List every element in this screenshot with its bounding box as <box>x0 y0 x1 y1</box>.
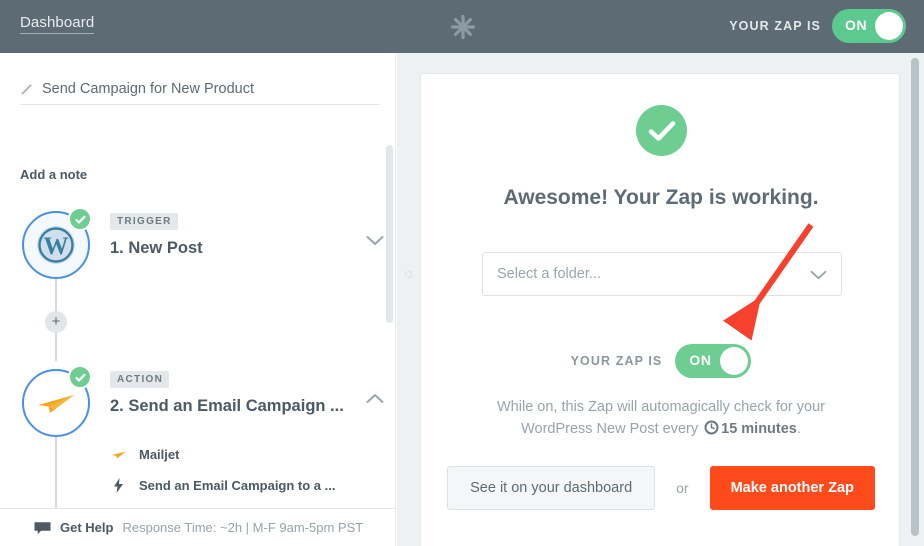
app-header: Dashboard YOUR ZAP IS ON <box>0 0 924 53</box>
step-status-check-icon <box>68 207 92 231</box>
header-zap-status: YOUR ZAP IS ON <box>729 9 906 43</box>
get-help-link[interactable]: Get Help <box>60 520 113 535</box>
zap-description: While on, this Zap will automagically ch… <box>451 396 871 442</box>
step-name[interactable]: 2. Send an Email Campaign ... <box>110 397 375 416</box>
chevron-up-icon[interactable] <box>366 393 384 404</box>
step-name[interactable]: 1. New Post <box>110 239 375 258</box>
drag-handle-dot <box>405 271 412 278</box>
zap-toggle[interactable]: ON <box>675 344 752 378</box>
mailjet-icon <box>110 449 127 460</box>
zap-toggle-knob <box>720 347 749 375</box>
header-zap-toggle[interactable]: ON <box>832 9 906 43</box>
step-type-badge: ACTION <box>110 371 170 388</box>
clock-icon <box>704 420 719 442</box>
make-another-zap-button[interactable]: Make another Zap <box>709 466 875 510</box>
main-panel-scrollbar[interactable] <box>911 58 919 536</box>
sidebar-footer: Get Help Response Time: ~2h | M-F 9am-5p… <box>0 508 395 546</box>
step-type-badge: TRIGGER <box>110 213 178 230</box>
panel-drag-handle[interactable] <box>397 53 420 546</box>
action-buttons: See it on your dashboard or Make another… <box>421 466 901 510</box>
pencil-icon[interactable] <box>20 83 33 96</box>
header-zap-is-label: YOUR ZAP IS <box>729 19 821 33</box>
steps-list: + W TRIGGER 1. New Post ACTION 2. Send a… <box>0 203 395 546</box>
zapier-zap-editor: Dashboard YOUR ZAP IS ON Send Campaign f… <box>0 0 924 546</box>
zapier-asterisk-logo-icon[interactable] <box>450 14 476 40</box>
zap-title[interactable]: Send Campaign for New Product <box>42 81 254 97</box>
step-trigger: + W TRIGGER 1. New Post <box>0 203 395 361</box>
or-separator: or <box>676 480 689 496</box>
response-time-text: Response Time: ~2h | M-F 9am-5pm PST <box>122 520 364 535</box>
description-line-2-prefix: WordPress New Post every <box>521 421 699 437</box>
header-toggle-knob <box>875 12 903 40</box>
step-connector-line <box>55 437 57 519</box>
zap-success-card: Awesome! Your Zap is working. Select a f… <box>420 73 900 546</box>
substep-action[interactable]: Send an Email Campaign to a ... <box>110 470 375 501</box>
step-trigger-body[interactable]: TRIGGER 1. New Post <box>110 211 375 258</box>
step-action: ACTION 2. Send an Email Campaign ... Mai… <box>0 361 395 546</box>
dashboard-link[interactable]: Dashboard <box>20 14 95 34</box>
add-step-plus-icon[interactable]: + <box>45 311 67 333</box>
zap-toggle-row: YOUR ZAP IS ON <box>421 344 901 378</box>
chevron-down-icon[interactable] <box>366 235 384 246</box>
description-line-1: While on, this Zap will automagically ch… <box>497 399 825 415</box>
lightning-bolt-icon <box>110 478 127 493</box>
header-left: Dashboard <box>20 14 95 34</box>
substep-app[interactable]: Mailjet <box>110 439 375 470</box>
zap-toggle-label: YOUR ZAP IS <box>570 354 663 368</box>
folder-select[interactable]: Select a folder... <box>482 252 842 296</box>
step-action-body[interactable]: ACTION 2. Send an Email Campaign ... <box>110 369 375 416</box>
header-toggle-state-label: ON <box>845 17 868 33</box>
substep-label: Mailjet <box>139 447 180 462</box>
sidebar-scrollbar[interactable] <box>386 145 393 323</box>
description-suffix: . <box>796 421 801 437</box>
see-on-dashboard-button[interactable]: See it on your dashboard <box>447 466 656 510</box>
chat-bubble-icon[interactable] <box>34 521 51 535</box>
chevron-down-icon[interactable] <box>810 270 827 280</box>
substep-label: Send an Email Campaign to a ... <box>139 478 336 493</box>
sidebar: Send Campaign for New Product Add a note… <box>0 53 396 546</box>
zap-toggle-state-label: ON <box>689 352 712 368</box>
add-note-button[interactable]: Add a note <box>20 167 87 182</box>
step-status-check-icon <box>68 365 92 389</box>
zap-title-row[interactable]: Send Campaign for New Product <box>20 81 380 105</box>
page-title: Awesome! Your Zap is working. <box>503 186 819 209</box>
main-panel: Awesome! Your Zap is working. Select a f… <box>420 53 924 546</box>
svg-text:W: W <box>44 233 69 260</box>
success-check-icon <box>636 105 687 156</box>
folder-select-placeholder: Select a folder... <box>497 266 601 282</box>
description-interval: 15 minutes <box>721 421 797 437</box>
